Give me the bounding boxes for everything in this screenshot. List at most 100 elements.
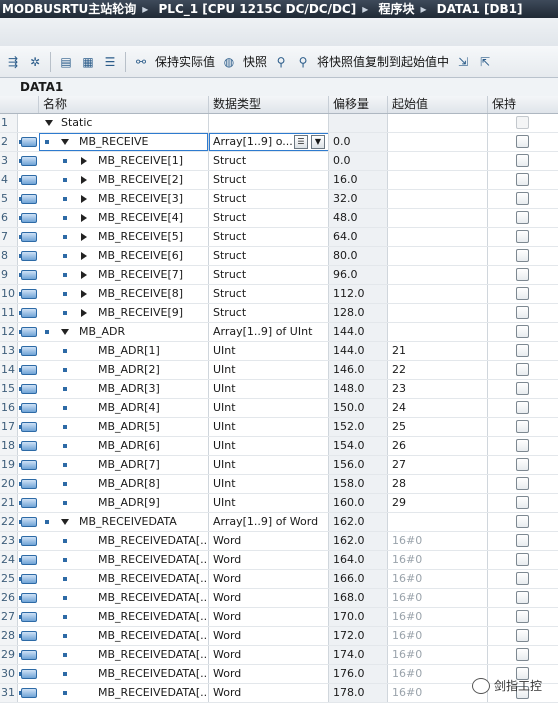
load-start-values-icon[interactable]: ⇲ bbox=[454, 53, 472, 71]
retain-checkbox[interactable] bbox=[516, 629, 529, 642]
table-row[interactable]: 3 MB_RECEIVE[1] Struct 0.0 bbox=[0, 152, 558, 171]
header-data-type[interactable]: 数据类型 bbox=[209, 96, 329, 113]
start-value-cell[interactable] bbox=[388, 323, 488, 341]
table-row[interactable]: 4 MB_RECEIVE[2] Struct 16.0 bbox=[0, 171, 558, 190]
data-type-cell[interactable]: Struct bbox=[209, 247, 329, 265]
start-value-cell[interactable]: 16#0 bbox=[388, 627, 488, 645]
retain-checkbox[interactable] bbox=[516, 249, 529, 262]
retain-checkbox[interactable] bbox=[516, 287, 529, 300]
data-type-cell[interactable]: Word bbox=[209, 570, 329, 588]
table-row[interactable]: 5 MB_RECEIVE[3] Struct 32.0 bbox=[0, 190, 558, 209]
data-type-cell[interactable]: Array[1..9] of UInt bbox=[209, 323, 329, 341]
data-type-cell[interactable]: Word bbox=[209, 589, 329, 607]
table-row[interactable]: 18 MB_ADR[6] UInt 154.0 26 bbox=[0, 437, 558, 456]
header-retain[interactable]: 保持 bbox=[488, 96, 558, 113]
start-value-cell[interactable]: 25 bbox=[388, 418, 488, 436]
name-cell[interactable]: MB_RECEIVE[3] bbox=[39, 190, 209, 208]
paste-icon[interactable]: ⚲ bbox=[294, 53, 312, 71]
data-type-cell[interactable]: Struct bbox=[209, 190, 329, 208]
expand-arrow-icon[interactable] bbox=[81, 157, 87, 165]
breadcrumb-program-blocks[interactable]: 程序块 bbox=[376, 2, 416, 16]
name-cell[interactable]: MB_RECEIVEDATA[... bbox=[39, 665, 209, 683]
table-row[interactable]: 24 MB_RECEIVEDATA[... Word 164.0 16#0 bbox=[0, 551, 558, 570]
retain-checkbox[interactable] bbox=[516, 135, 529, 148]
name-cell[interactable]: MB_RECEIVEDATA[... bbox=[39, 532, 209, 550]
name-cell[interactable]: MB_RECEIVEDATA[... bbox=[39, 551, 209, 569]
data-type-cell[interactable]: UInt bbox=[209, 418, 329, 436]
collapse-arrow-icon[interactable] bbox=[61, 519, 69, 525]
name-cell[interactable]: MB_RECEIVE[5] bbox=[39, 228, 209, 246]
data-type-cell[interactable]: Array[1..9] of Word bbox=[209, 513, 329, 531]
data-type-cell[interactable]: Word bbox=[209, 684, 329, 702]
start-value-cell[interactable] bbox=[388, 190, 488, 208]
name-cell[interactable]: MB_RECEIVEDATA[... bbox=[39, 646, 209, 664]
retain-checkbox[interactable] bbox=[516, 268, 529, 281]
expand-arrow-icon[interactable] bbox=[81, 176, 87, 184]
name-cell[interactable]: MB_RECEIVE[6] bbox=[39, 247, 209, 265]
start-value-cell[interactable]: 21 bbox=[388, 342, 488, 360]
name-cell[interactable]: MB_RECEIVEDATA[... bbox=[39, 608, 209, 626]
header-start-value[interactable]: 起始值 bbox=[388, 96, 488, 113]
collapse-arrow-icon[interactable] bbox=[61, 329, 69, 335]
expand-arrow-icon[interactable] bbox=[81, 252, 87, 260]
name-cell[interactable]: MB_RECEIVE[7] bbox=[39, 266, 209, 284]
name-cell[interactable]: MB_RECEIVE bbox=[39, 133, 209, 151]
table-row[interactable]: 20 MB_ADR[8] UInt 158.0 28 bbox=[0, 475, 558, 494]
retain-checkbox[interactable] bbox=[516, 458, 529, 471]
start-value-cell[interactable]: 27 bbox=[388, 456, 488, 474]
data-type-cell[interactable]: Word bbox=[209, 627, 329, 645]
data-type-cell[interactable]: Struct bbox=[209, 152, 329, 170]
start-value-cell[interactable]: 28 bbox=[388, 475, 488, 493]
expand-all-icon[interactable]: ▤ bbox=[57, 53, 75, 71]
table-row[interactable]: 8 MB_RECEIVE[6] Struct 80.0 bbox=[0, 247, 558, 266]
data-type-cell[interactable]: Struct bbox=[209, 228, 329, 246]
name-cell[interactable]: MB_ADR[6] bbox=[39, 437, 209, 455]
table-row[interactable]: 15 MB_ADR[3] UInt 148.0 23 bbox=[0, 380, 558, 399]
name-cell[interactable]: MB_ADR bbox=[39, 323, 209, 341]
header-offset[interactable]: 偏移量 bbox=[329, 96, 388, 113]
retain-checkbox[interactable] bbox=[516, 591, 529, 604]
name-cell[interactable]: MB_ADR[2] bbox=[39, 361, 209, 379]
data-type-cell[interactable]: UInt bbox=[209, 475, 329, 493]
start-value-cell[interactable] bbox=[388, 513, 488, 531]
name-cell[interactable]: MB_ADR[9] bbox=[39, 494, 209, 512]
data-type-cell[interactable]: Array[1..9] o... ☰ ▼ bbox=[209, 133, 329, 151]
list-icon[interactable]: ☰ bbox=[101, 53, 119, 71]
copy-snapshot-to-start-button[interactable]: 将快照值复制到起始值中 bbox=[314, 53, 452, 70]
retain-checkbox[interactable] bbox=[516, 496, 529, 509]
name-cell[interactable]: MB_ADR[5] bbox=[39, 418, 209, 436]
retain-checkbox[interactable] bbox=[516, 553, 529, 566]
retain-checkbox[interactable] bbox=[516, 154, 529, 167]
data-type-cell[interactable]: Struct bbox=[209, 209, 329, 227]
start-value-cell[interactable] bbox=[388, 247, 488, 265]
breadcrumb-plc[interactable]: PLC_1 [CPU 1215C DC/DC/DC] bbox=[157, 2, 359, 16]
retain-checkbox[interactable] bbox=[516, 211, 529, 224]
name-cell[interactable]: MB_RECEIVE[4] bbox=[39, 209, 209, 227]
data-type-input[interactable]: Array[1..9] o... ☰ ▼ bbox=[209, 133, 328, 151]
retain-checkbox[interactable] bbox=[516, 515, 529, 528]
table-row[interactable]: 2 MB_RECEIVE Array[1..9] o... ☰ ▼ 0.0 bbox=[0, 133, 558, 152]
table-row[interactable]: 9 MB_RECEIVE[7] Struct 96.0 bbox=[0, 266, 558, 285]
table-row[interactable]: 27 MB_RECEIVEDATA[... Word 170.0 16#0 bbox=[0, 608, 558, 627]
start-value-cell[interactable]: 24 bbox=[388, 399, 488, 417]
retain-checkbox[interactable] bbox=[516, 439, 529, 452]
table-row[interactable]: 28 MB_RECEIVEDATA[... Word 172.0 16#0 bbox=[0, 627, 558, 646]
data-type-cell[interactable]: UInt bbox=[209, 361, 329, 379]
name-cell[interactable]: MB_RECEIVE[2] bbox=[39, 171, 209, 189]
name-cell[interactable]: MB_RECEIVEDATA[... bbox=[39, 684, 209, 702]
table-row[interactable]: 16 MB_ADR[4] UInt 150.0 24 bbox=[0, 399, 558, 418]
start-value-cell[interactable] bbox=[388, 304, 488, 322]
breadcrumb-db[interactable]: DATA1 [DB1] bbox=[435, 2, 525, 16]
retain-checkbox[interactable] bbox=[516, 572, 529, 585]
retain-checkbox[interactable] bbox=[516, 230, 529, 243]
start-value-cell[interactable] bbox=[388, 152, 488, 170]
name-cell[interactable]: MB_RECEIVEDATA[... bbox=[39, 627, 209, 645]
collapse-all-icon[interactable]: ▦ bbox=[79, 53, 97, 71]
keep-actual-values-button[interactable]: 保持实际值 bbox=[152, 53, 218, 70]
table-row[interactable]: 10 MB_RECEIVE[8] Struct 112.0 bbox=[0, 285, 558, 304]
retain-checkbox[interactable] bbox=[516, 648, 529, 661]
table-row[interactable]: 29 MB_RECEIVEDATA[... Word 174.0 16#0 bbox=[0, 646, 558, 665]
start-value-cell[interactable] bbox=[388, 133, 488, 151]
retain-checkbox[interactable] bbox=[516, 325, 529, 338]
expand-arrow-icon[interactable] bbox=[81, 233, 87, 241]
